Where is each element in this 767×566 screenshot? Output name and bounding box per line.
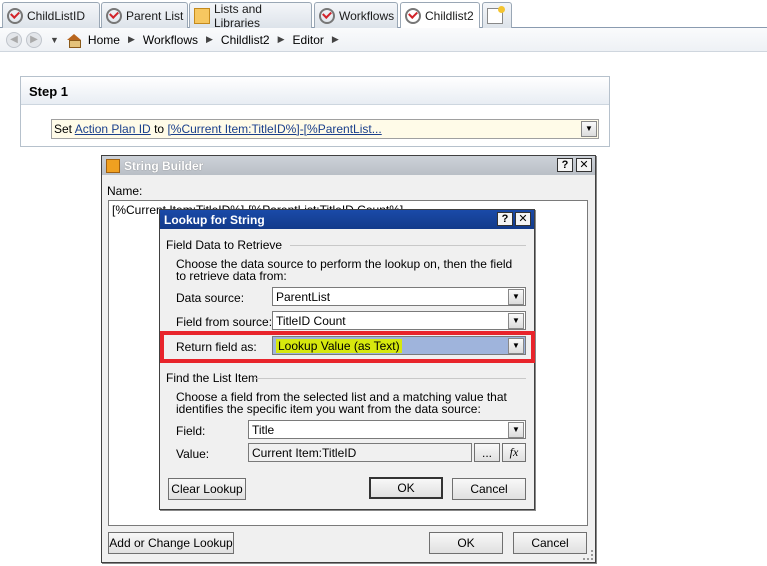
back-icon[interactable]: ◀ xyxy=(6,31,22,48)
tab-bar: ChildListID Parent List Lists and Librar… xyxy=(0,0,767,30)
tab-label: Workflows xyxy=(339,8,395,23)
chevron-down-icon[interactable]: ▼ xyxy=(508,338,524,354)
section-field-data: Field Data to Retrieve xyxy=(166,238,283,252)
resize-grip[interactable] xyxy=(583,550,593,560)
breadcrumb-workflows[interactable]: Workflows xyxy=(143,33,198,47)
chevron-down-icon[interactable]: ▼ xyxy=(508,313,524,329)
value-text: Current Item:TitleID xyxy=(252,446,357,460)
workflow-icon xyxy=(7,7,23,24)
tab-childlistid[interactable]: ChildListID xyxy=(2,2,100,28)
help-button[interactable]: ? xyxy=(557,158,573,172)
action-value-link[interactable]: [%Current Item:TitleID%]-[%ParentList... xyxy=(167,122,381,136)
ellipsis-button[interactable]: ... xyxy=(474,443,500,462)
chevron-right-icon: ▶ xyxy=(205,34,213,44)
chevron-down-icon[interactable]: ▼ xyxy=(508,422,524,438)
return-field-value: Lookup Value (as Text) xyxy=(276,339,402,353)
workflow-icon xyxy=(405,8,421,24)
close-button[interactable]: ✕ xyxy=(576,158,592,172)
field-select[interactable]: Title ▼ xyxy=(248,420,526,439)
clear-lookup-button[interactable]: Clear Lookup xyxy=(168,478,246,500)
tab-childlist2[interactable]: Childlist2 xyxy=(400,2,480,29)
chevron-right-icon: ▶ xyxy=(331,34,339,44)
field-value: Title xyxy=(252,423,275,437)
list-library-icon xyxy=(194,7,210,24)
section-find-list-item: Find the List Item xyxy=(166,371,259,385)
tab-lists-and-libraries[interactable]: Lists and Libraries xyxy=(189,1,312,30)
lookup-dialog: Lookup for String ? ✕ Field Data to Retr… xyxy=(159,209,535,510)
tab-label: ChildListID xyxy=(27,8,86,23)
action-mid: to xyxy=(154,122,165,136)
breadcrumb-home[interactable]: Home xyxy=(88,33,120,47)
workflow-icon xyxy=(106,7,122,24)
step-title: Step 1 xyxy=(21,77,609,105)
lookup-titlebar: Lookup for String ? ✕ xyxy=(160,210,534,229)
chevron-down-icon[interactable]: ▼ xyxy=(508,289,524,305)
chevron-right-icon: ▶ xyxy=(277,34,285,44)
action-field-link[interactable]: Action Plan ID xyxy=(75,122,151,136)
data-source-value: ParentList xyxy=(276,290,331,304)
return-field-label: Return field as: xyxy=(176,340,257,354)
breadcrumb-childlist2[interactable]: Childlist2 xyxy=(221,33,270,47)
field-from-source-value: TitleID Count xyxy=(276,314,346,328)
tab-label: Parent List xyxy=(126,8,184,23)
value-input[interactable]: Current Item:TitleID xyxy=(248,443,472,462)
step-action-row[interactable]: Set Action Plan ID to [%Current Item:Tit… xyxy=(51,119,599,139)
tab-parent-list[interactable]: Parent List xyxy=(101,2,188,28)
dialog-title: Lookup for String xyxy=(164,212,265,227)
data-source-select[interactable]: ParentList ▼ xyxy=(272,287,526,306)
ok-button[interactable]: OK xyxy=(369,477,443,499)
chevron-right-icon: ▶ xyxy=(127,34,135,44)
home-icon xyxy=(66,33,81,48)
ok-button[interactable]: OK xyxy=(429,532,503,554)
breadcrumb: ◀ ▶ ▼ Home ▶ Workflows ▶ Childlist2 ▶ Ed… xyxy=(0,28,767,52)
tab-label: Lists and Libraries xyxy=(213,1,262,30)
new-tab-button[interactable] xyxy=(482,2,512,28)
cancel-button[interactable]: Cancel xyxy=(513,532,587,554)
divider xyxy=(255,378,526,379)
add-change-lookup-button[interactable]: Add or Change Lookup xyxy=(108,532,234,554)
step-panel: Step 1 Set Action Plan ID to [%Current I… xyxy=(20,76,610,147)
help-button[interactable]: ? xyxy=(497,212,513,226)
tab-label: Childlist2 xyxy=(425,9,474,23)
forward-icon[interactable]: ▶ xyxy=(26,31,42,48)
chevron-down-icon[interactable]: ▼ xyxy=(581,121,597,137)
close-button[interactable]: ✕ xyxy=(515,212,531,226)
divider xyxy=(290,245,526,246)
field-from-source-select[interactable]: TitleID Count ▼ xyxy=(272,311,526,330)
cancel-button[interactable]: Cancel xyxy=(452,478,526,500)
tools-icon xyxy=(106,158,120,173)
action-prefix: Set xyxy=(54,122,73,136)
return-field-select[interactable]: Lookup Value (as Text) ▼ xyxy=(272,336,526,355)
chevron-down-icon[interactable]: ▼ xyxy=(50,35,59,45)
section2-description: Choose a field from the selected list an… xyxy=(176,390,507,416)
value-label: Value: xyxy=(176,447,210,461)
string-builder-titlebar: String Builder ? ✕ xyxy=(102,156,595,175)
breadcrumb-editor[interactable]: Editor xyxy=(293,33,324,47)
tab-workflows[interactable]: Workflows xyxy=(314,2,398,28)
dialog-title: String Builder xyxy=(124,158,204,173)
field-from-source-label: Field from source: xyxy=(176,315,273,329)
name-label: Name: xyxy=(107,184,143,198)
data-source-label: Data source: xyxy=(176,291,245,305)
new-tab-icon xyxy=(487,5,505,24)
field-label: Field: xyxy=(176,424,206,438)
section1-description: Choose the data source to perform the lo… xyxy=(176,257,513,283)
formula-button[interactable]: fx xyxy=(502,443,526,462)
workflow-icon xyxy=(319,7,335,24)
